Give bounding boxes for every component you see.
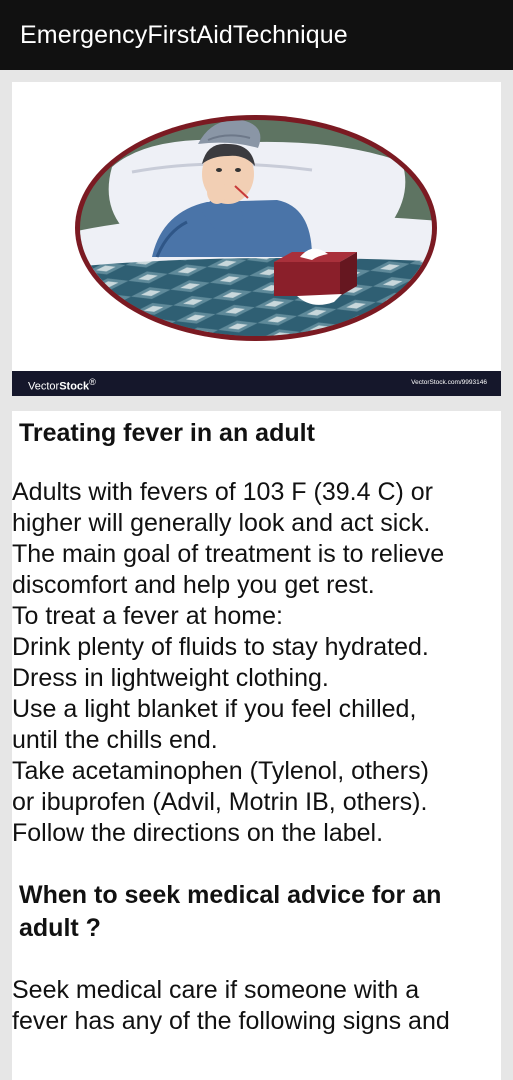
intro-paragraph: Adults with fevers of 103 F (39.4 C) or … [12, 477, 501, 849]
sick-man-with-fever-illustration-icon [72, 112, 440, 344]
home-care-line: until the chills end. [12, 726, 218, 754]
illustration-card: VectorStock® VectorStock.com/9993146 [12, 82, 501, 396]
intro-line: Adults with fevers of 103 F (39.4 C) or [12, 478, 434, 506]
vectorstock-watermark: VectorStock® VectorStock.com/9993146 [12, 371, 501, 396]
home-care-line: Follow the directions on the label. [12, 819, 384, 847]
home-care-line: Dress in lightweight clothing. [12, 664, 329, 692]
home-care-line: Use a light blanket if you feel chilled, [12, 695, 417, 723]
app-title: EmergencyFirstAidTechnique [20, 21, 348, 49]
home-care-line: or ibuprofen (Advil, Motrin IB, others). [12, 788, 428, 816]
article-card: Treating fever in an adult Adults with f… [12, 411, 501, 1080]
home-care-line: Drink plenty of fluids to stay hydrated. [12, 633, 429, 661]
article-heading: Treating fever in an adult [19, 419, 315, 447]
watermark-brand: VectorStock® [28, 377, 96, 393]
intro-line: discomfort and help you get rest. [12, 571, 375, 599]
seek-care-paragraph: Seek medical care if someone with a feve… [12, 975, 501, 1037]
seek-care-line: fever has any of the following signs and [12, 1007, 450, 1035]
content-scroll-area[interactable]: VectorStock® VectorStock.com/9993146 Tre… [0, 70, 513, 1080]
intro-line: The main goal of treatment is to relieve [12, 540, 445, 568]
watermark-url: VectorStock.com/9993146 [411, 379, 487, 386]
home-care-line: To treat a fever at home: [12, 602, 283, 630]
home-care-line: Take acetaminophen (Tylenol, others) [12, 757, 429, 785]
medical-advice-heading: When to seek medical advice for an adult … [19, 881, 442, 942]
app-bar: EmergencyFirstAidTechnique [0, 0, 513, 70]
seek-care-line: Seek medical care if someone with a [12, 976, 420, 1004]
intro-line: higher will generally look and act sick. [12, 509, 431, 537]
article: Treating fever in an adult Adults with f… [12, 411, 501, 1037]
